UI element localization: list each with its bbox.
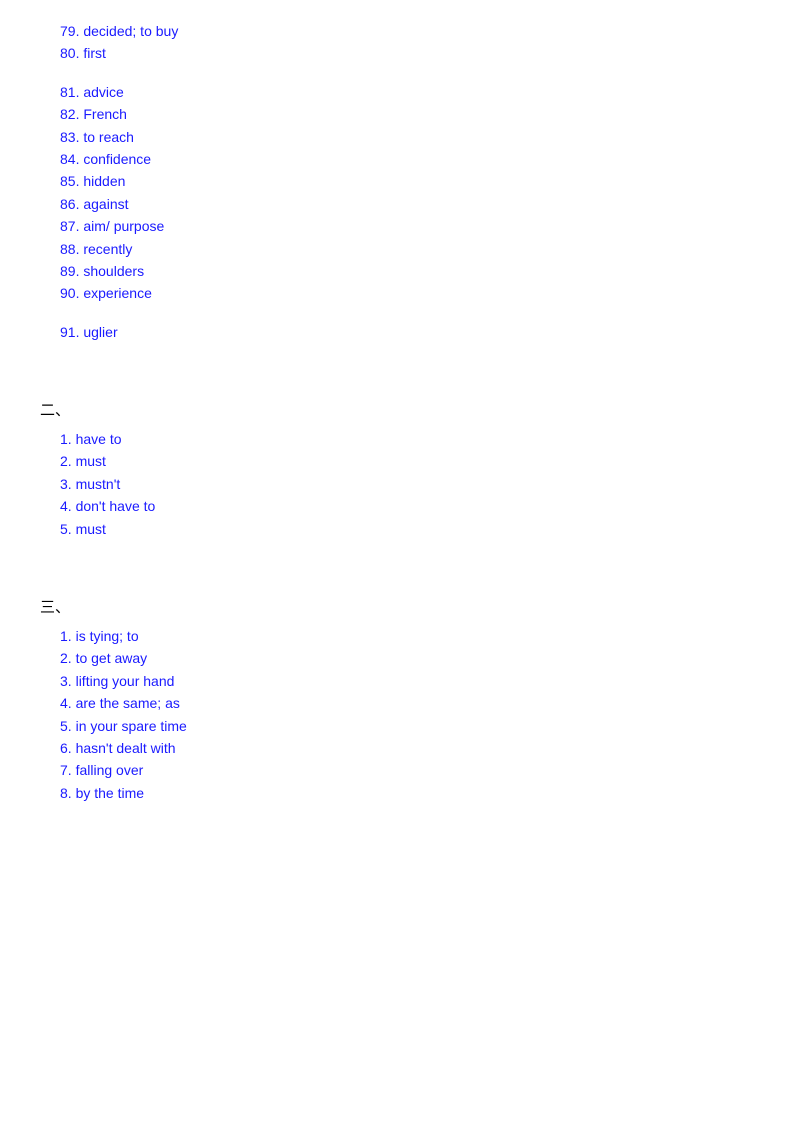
s3-item-7: 7. falling over — [40, 759, 754, 781]
item-80: 80. first — [40, 42, 754, 64]
item-89: 89. shoulders — [40, 260, 754, 282]
s3-item-6: 6. hasn't dealt with — [40, 737, 754, 759]
section-1: 79. decided; to buy 80. first 81. advice… — [40, 20, 754, 343]
s3-item-2: 2. to get away — [40, 647, 754, 669]
section-3: 三、 1. is tying; to 2. to get away 3. lif… — [40, 596, 754, 804]
s2-item-5: 5. must — [40, 518, 754, 540]
s3-item-5: 5. in your spare time — [40, 715, 754, 737]
item-85: 85. hidden — [40, 170, 754, 192]
s2-item-4: 4. don't have to — [40, 495, 754, 517]
s3-item-8: 8. by the time — [40, 782, 754, 804]
s3-item-1: 1. is tying; to — [40, 625, 754, 647]
s3-item-3: 3. lifting your hand — [40, 670, 754, 692]
item-87: 87. aim/ purpose — [40, 215, 754, 237]
item-91: 91. uglier — [40, 321, 754, 343]
s2-item-2: 2. must — [40, 450, 754, 472]
item-83: 83. to reach — [40, 126, 754, 148]
item-81: 81. advice — [40, 81, 754, 103]
item-79: 79. decided; to buy — [40, 20, 754, 42]
main-content: 79. decided; to buy 80. first 81. advice… — [40, 20, 754, 804]
section-3-header: 三、 — [40, 596, 754, 617]
section-2-header: 二、 — [40, 399, 754, 420]
item-82: 82. French — [40, 103, 754, 125]
item-84: 84. confidence — [40, 148, 754, 170]
s2-item-3: 3. mustn't — [40, 473, 754, 495]
s3-item-4: 4. are the same; as — [40, 692, 754, 714]
item-86: 86. against — [40, 193, 754, 215]
item-88: 88. recently — [40, 238, 754, 260]
item-90: 90. experience — [40, 282, 754, 304]
s2-item-1: 1. have to — [40, 428, 754, 450]
section-2: 二、 1. have to 2. must 3. mustn't 4. don'… — [40, 399, 754, 540]
